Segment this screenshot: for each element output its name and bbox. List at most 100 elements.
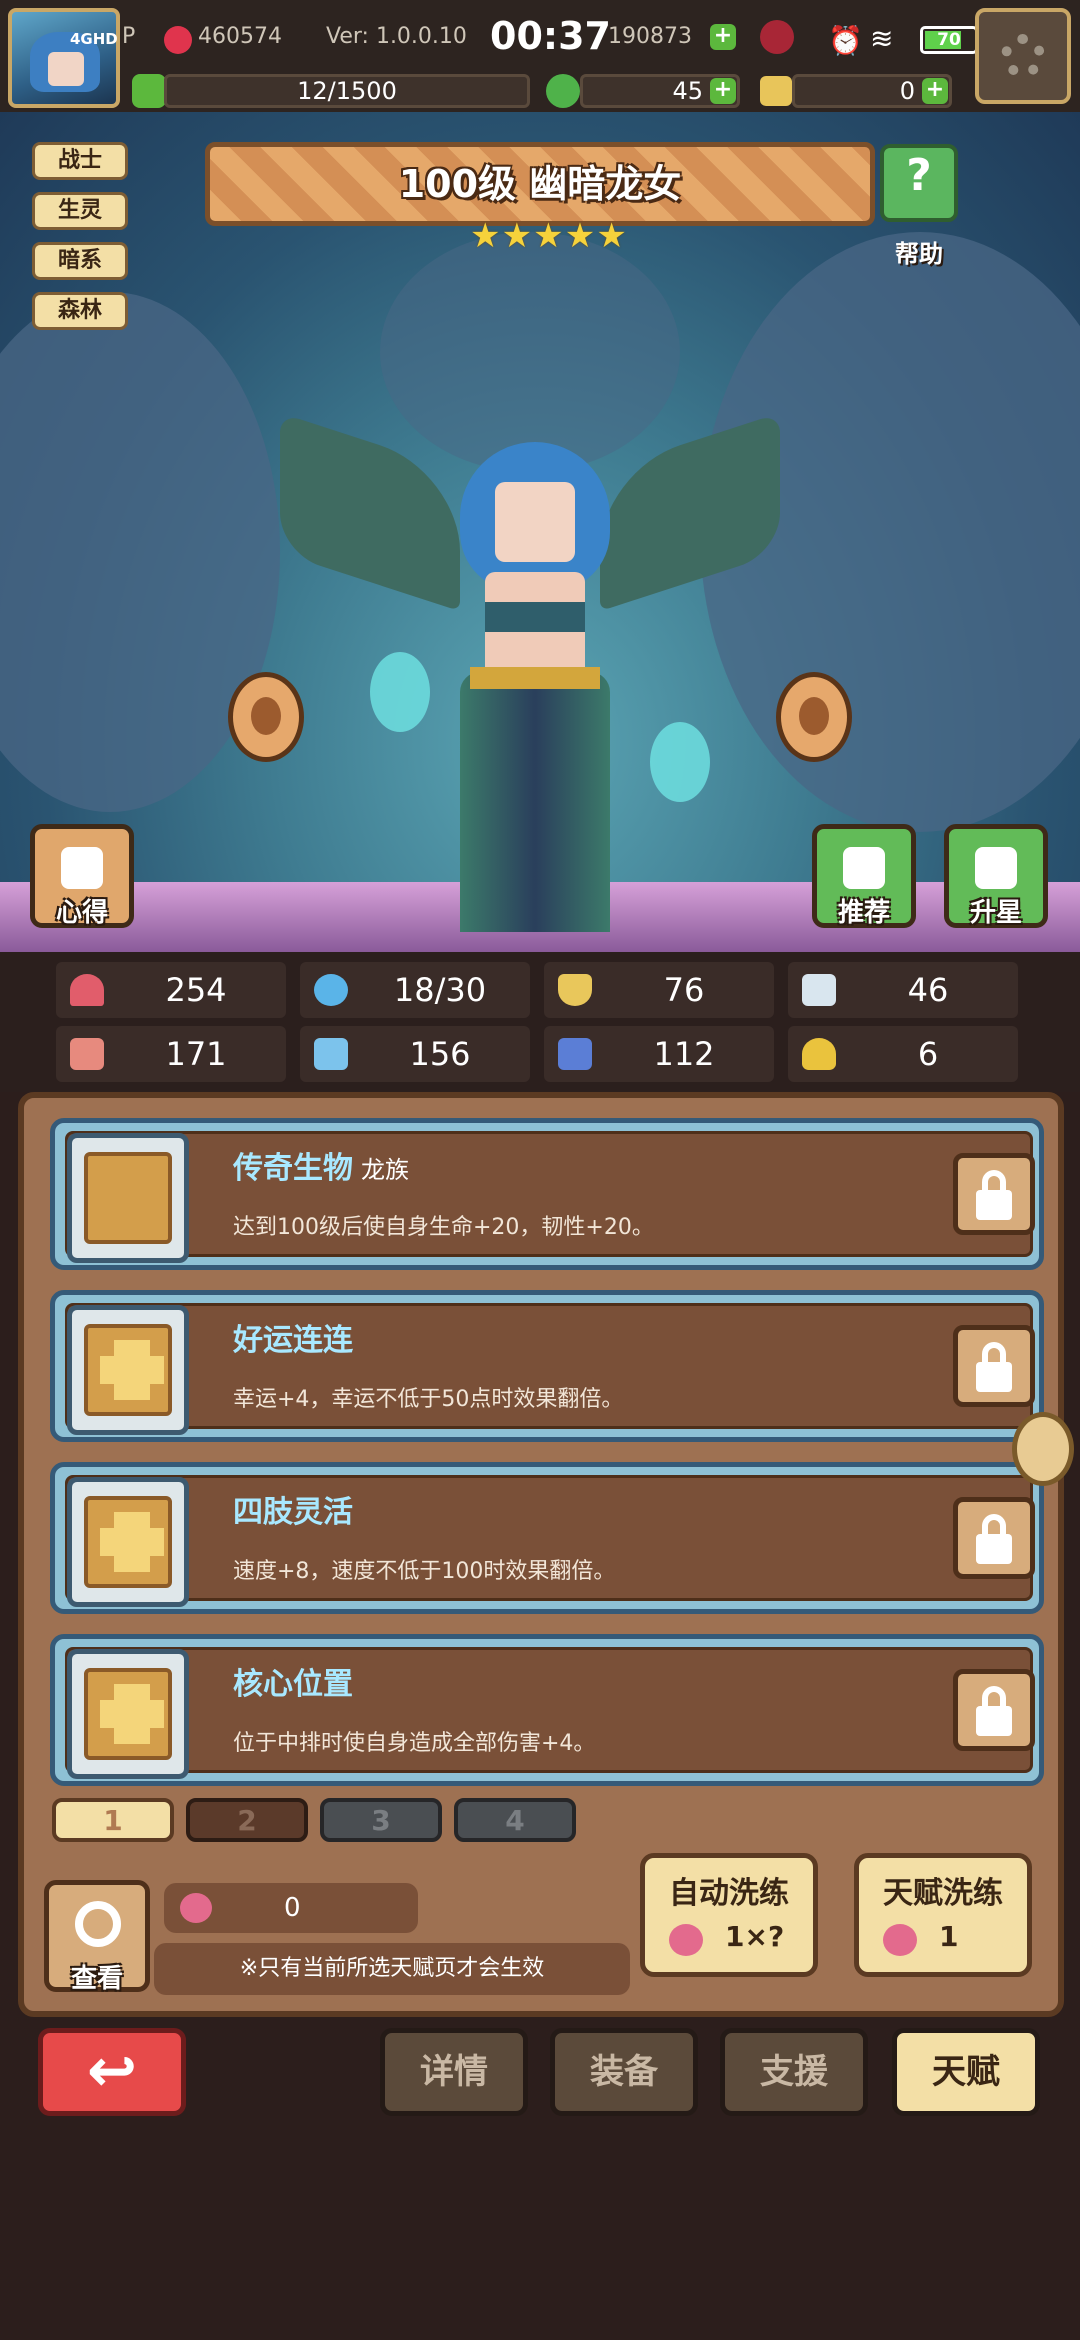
battery-indicator: 70 — [920, 26, 978, 54]
star-icon: ★ — [501, 216, 533, 256]
talent-card[interactable]: 核心位置 位于中排时使自身造成全部伤害+4。 — [50, 1634, 1044, 1786]
talent-card[interactable]: 四肢灵活 速度+8，速度不低于100时效果翻倍。 — [50, 1462, 1044, 1614]
magnifier-icon — [75, 1901, 121, 1947]
add-gold-button[interactable]: + — [710, 24, 736, 50]
dragon-emblem-icon — [84, 1152, 172, 1244]
hero-sprite — [280, 402, 800, 952]
tab-details[interactable]: 详情 — [380, 2028, 528, 2116]
stat-luck: 6 — [788, 1026, 1018, 1082]
star-up-button[interactable]: 升星 — [944, 824, 1048, 928]
talent-desc: 速度+8，速度不低于100时效果翻倍。 — [233, 1559, 616, 1584]
drop-icon — [314, 974, 348, 1006]
battery-percent: 70 — [937, 30, 961, 50]
fruit-icon — [883, 1924, 917, 1956]
talent-desc: 幸运+4，幸运不低于50点时效果翻倍。 — [233, 1387, 624, 1412]
cross-horizontal — [100, 1700, 164, 1728]
stat-magic: 156 — [300, 1026, 530, 1082]
top-status-bar: 4GHD P 460574 Ver: 1.0.0.10 00:37 190873… — [0, 0, 1080, 112]
talent-name: 核心位置 — [233, 1659, 353, 1703]
page-tab-1[interactable]: 1 — [52, 1798, 174, 1842]
notes-button[interactable]: 心得 — [30, 824, 134, 928]
next-arrow-icon — [799, 697, 829, 735]
talent-name: 好运连连 — [233, 1315, 353, 1359]
fruit-icon — [180, 1893, 212, 1923]
star-badge-icon — [975, 847, 1017, 889]
talent-lock-button[interactable] — [953, 1497, 1035, 1579]
talent-card[interactable]: 传奇生物 龙族 达到100级后使自身生命+20，韧性+20。 — [50, 1118, 1044, 1270]
auto-wash-label: 自动洗练 — [669, 1876, 789, 1911]
add-coin-button[interactable]: + — [922, 78, 948, 104]
view-button[interactable]: 查看 — [44, 1880, 150, 1994]
tab-equipment[interactable]: 装备 — [550, 2028, 698, 2116]
player-avatar[interactable]: 4GHD — [8, 8, 120, 108]
talent-lock-button[interactable] — [953, 1669, 1035, 1751]
page-tab-2[interactable]: 2 — [186, 1798, 308, 1842]
talent-name: 传奇生物 龙族 — [233, 1143, 409, 1187]
talent-card[interactable]: 好运连连 幸运+4，幸运不低于50点时效果翻倍。 — [50, 1290, 1044, 1442]
stat-value: 18/30 — [393, 971, 487, 1009]
stat-value: 171 — [165, 1035, 227, 1073]
talent-title: 四肢灵活 — [233, 1495, 353, 1530]
page-tab-4[interactable]: 4 — [454, 1798, 576, 1842]
spirit-flame — [650, 722, 710, 802]
tag-race[interactable]: 生灵 — [32, 192, 128, 230]
cross-horizontal — [100, 1356, 164, 1384]
tag-habitat[interactable]: 森林 — [32, 292, 128, 330]
fruit-count: 0 — [284, 1893, 301, 1923]
player-id: 460574 — [198, 24, 282, 49]
stat-value: 46 — [907, 971, 949, 1009]
back-button[interactable]: ↩ — [38, 2028, 186, 2116]
stamina-value: 12/1500 — [297, 77, 397, 105]
question-icon: ? — [906, 150, 932, 201]
help-button[interactable]: ? 帮助 — [880, 144, 958, 268]
boot-icon — [558, 1038, 592, 1070]
heart-icon — [70, 974, 104, 1006]
help-label: 帮助 — [895, 240, 943, 268]
panel-side-knob — [1012, 1412, 1074, 1486]
stat-defense: 76 — [544, 962, 774, 1018]
recommend-label: 推荐 — [837, 898, 890, 928]
stat-attack: 171 — [56, 1026, 286, 1082]
hero-scene: 战士 生灵 暗系 森林 100级 幽暗龙女 ★ ★ ★ ★ ★ ? 帮助 心得 — [0, 112, 1080, 952]
tab-support[interactable]: 支援 — [720, 2028, 868, 2116]
hero-skirt — [460, 672, 610, 932]
talent-lock-button[interactable] — [953, 1153, 1035, 1235]
plus-emblem-icon — [84, 1668, 172, 1760]
tag-element[interactable]: 暗系 — [32, 242, 128, 280]
auto-wash-button[interactable]: 自动洗练 1×? — [640, 1853, 818, 1977]
lock-body — [976, 1362, 1012, 1392]
settings-button[interactable] — [975, 8, 1071, 104]
view-label: 查看 — [70, 1964, 123, 1994]
talent-page-note: ※只有当前所选天赋页才会生效 — [154, 1943, 630, 1995]
talent-title: 传奇生物 — [233, 1151, 353, 1186]
gold-value: 190873 — [608, 24, 692, 49]
talent-desc: 位于中排时使自身造成全部伤害+4。 — [233, 1731, 596, 1756]
add-clover-button[interactable]: + — [710, 78, 736, 104]
player-id-prefix: P — [122, 24, 136, 49]
talent-icon — [67, 1649, 189, 1779]
recommend-button[interactable]: 推荐 — [812, 824, 916, 928]
lock-body — [976, 1706, 1012, 1736]
coin-value: 0 — [899, 77, 915, 105]
tag-class[interactable]: 战士 — [32, 142, 128, 180]
talent-subtitle: 龙族 — [361, 1156, 409, 1184]
stat-value: 156 — [409, 1035, 471, 1073]
app-badge-icon — [164, 26, 192, 54]
stat-health: 254 — [56, 962, 286, 1018]
talent-lock-button[interactable] — [953, 1325, 1035, 1407]
plus-emblem-icon — [84, 1496, 172, 1588]
hero-stars: ★ ★ ★ ★ ★ — [470, 216, 627, 256]
hero-title-banner: 100级 幽暗龙女 — [205, 142, 875, 226]
talent-wash-button[interactable]: 天赋洗练 1 — [854, 1853, 1032, 1977]
gear-icon — [1001, 34, 1045, 78]
star-icon: ★ — [470, 216, 501, 256]
tab-talent[interactable]: 天赋 — [892, 2028, 1040, 2116]
coin-bag-icon — [760, 76, 792, 106]
stat-value: 6 — [917, 1035, 939, 1073]
hero-top — [485, 602, 585, 632]
fruit-counter: 0 — [164, 1883, 418, 1933]
talent-name: 四肢灵活 — [233, 1487, 353, 1531]
wifi-icon: ≋ — [870, 22, 894, 55]
page-tab-3[interactable]: 3 — [320, 1798, 442, 1842]
clover-icon — [546, 74, 580, 108]
